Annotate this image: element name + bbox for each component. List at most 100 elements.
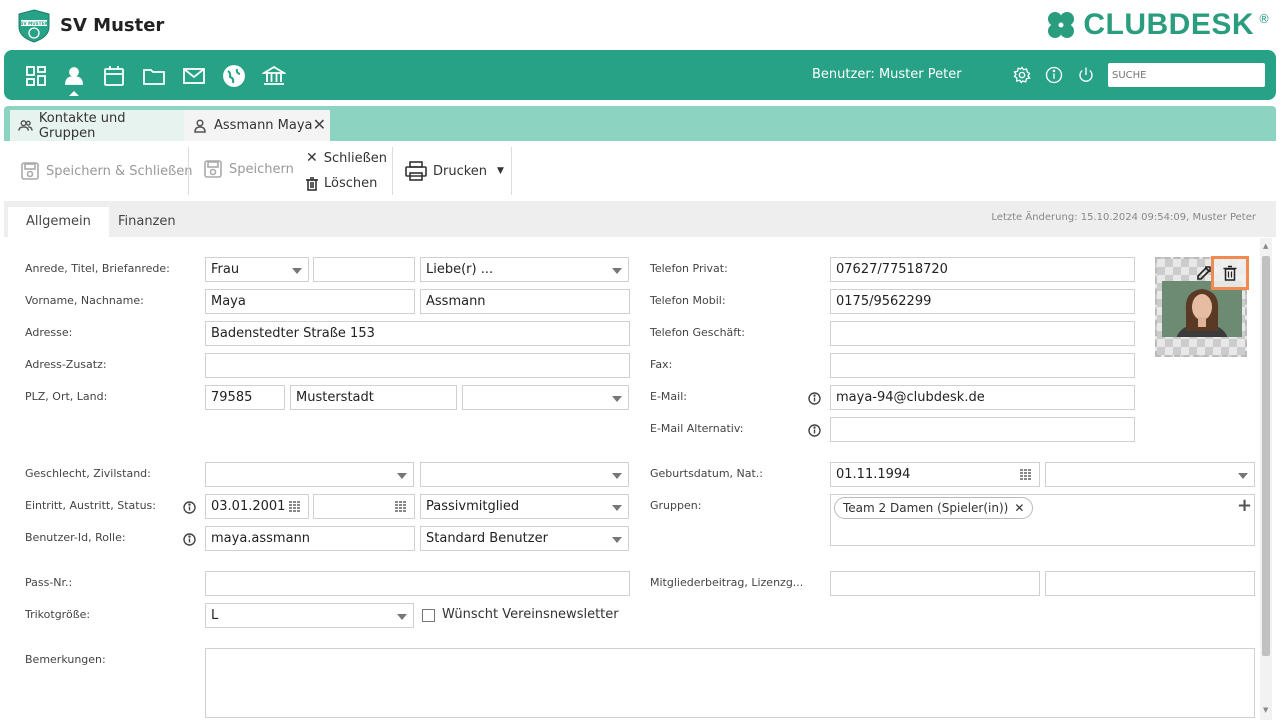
power-icon[interactable]: [1077, 66, 1095, 84]
label-groups: Gruppen:: [650, 499, 702, 512]
save-label: Speichern: [229, 161, 294, 177]
license-field[interactable]: [1045, 571, 1255, 596]
fee-field[interactable]: [830, 571, 1040, 596]
nationality-select[interactable]: [1045, 462, 1255, 487]
club-name: SV Muster: [60, 15, 165, 36]
label-phone-private: Telefon Privat:: [650, 262, 728, 275]
close-button[interactable]: ✕ Schließen: [306, 150, 387, 166]
label-membership: Eintritt, Austritt, Status:: [25, 499, 156, 512]
zip-field[interactable]: 79585: [205, 385, 285, 410]
mail-icon[interactable]: [182, 64, 206, 88]
pass-field[interactable]: [205, 571, 630, 596]
dashboard-icon[interactable]: [24, 64, 48, 88]
entry-date-value: 03.01.2001: [211, 499, 286, 514]
first-name-field[interactable]: Maya: [205, 289, 415, 314]
phone-mobile-field[interactable]: 0175/9562299: [830, 289, 1135, 314]
info-icon[interactable]: [183, 531, 196, 546]
contacts-icon[interactable]: [62, 64, 86, 96]
label-phone-business: Telefon Geschäft:: [650, 326, 745, 339]
gender-select[interactable]: [205, 462, 414, 487]
calendar-picker-icon[interactable]: [395, 501, 409, 513]
info-icon[interactable]: [183, 499, 196, 514]
club-logo: SV MUSTER: [16, 9, 52, 43]
bank-icon[interactable]: [260, 64, 288, 88]
delete-button[interactable]: Löschen: [306, 176, 377, 191]
tab-person[interactable]: Assmann Maya ✕: [184, 110, 330, 141]
label-name: Vorname, Nachname:: [25, 294, 144, 307]
email-alt-field[interactable]: [830, 417, 1135, 442]
remove-chip-icon[interactable]: ✕: [1014, 501, 1024, 515]
role-select[interactable]: Standard Benutzer: [420, 526, 629, 551]
remarks-textarea[interactable]: [205, 648, 1255, 718]
tab-finanzen[interactable]: Finanzen: [100, 207, 194, 237]
label-email: E-Mail:: [650, 390, 687, 403]
info-icon[interactable]: [1045, 66, 1063, 84]
fax-field[interactable]: [830, 353, 1135, 378]
globe-icon[interactable]: [222, 64, 246, 88]
label-phone-mobile: Telefon Mobil:: [650, 294, 726, 307]
printer-icon: [405, 161, 427, 181]
tab-contacts-groups[interactable]: Kontakte und Gruppen: [10, 110, 184, 141]
folder-icon[interactable]: [142, 64, 166, 88]
close-icon: ✕: [306, 150, 318, 166]
brand-text: CLUBDESK: [1083, 8, 1254, 41]
calendar-picker-icon[interactable]: [1020, 469, 1034, 481]
newsletter-checkbox[interactable]: [422, 609, 435, 622]
phone-business-field[interactable]: [830, 321, 1135, 346]
salutation-select[interactable]: Frau: [205, 257, 309, 282]
entry-date-field[interactable]: 03.01.2001: [205, 494, 309, 519]
trash-icon: [1223, 265, 1237, 281]
document-tab-bar: Kontakte und Gruppen Assmann Maya ✕: [4, 106, 1276, 141]
edit-icon[interactable]: [1196, 265, 1212, 281]
add-group-icon[interactable]: +: [1237, 495, 1252, 516]
newsletter-label: Wünscht Vereinsnewsletter: [442, 607, 619, 622]
group-chip-label: Team 2 Damen (Spieler(in)): [843, 501, 1009, 515]
info-icon[interactable]: [808, 422, 821, 437]
save-button[interactable]: Speichern: [203, 159, 294, 179]
close-tab-icon[interactable]: ✕: [313, 115, 326, 134]
title-field[interactable]: [313, 257, 415, 282]
address-field[interactable]: Badenstedter Straße 153: [205, 321, 630, 346]
delete-photo-button[interactable]: [1211, 256, 1249, 290]
info-icon[interactable]: [808, 390, 821, 405]
save-close-button[interactable]: Speichern & Schließen: [20, 161, 193, 181]
birth-date-field[interactable]: 01.11.1994: [830, 462, 1040, 487]
label-remarks: Bemerkungen:: [25, 653, 106, 666]
last-name-field[interactable]: Assmann: [420, 289, 630, 314]
letter-salutation-select[interactable]: Liebe(r) ...: [420, 257, 629, 282]
person-icon: [194, 118, 206, 133]
scroll-down-icon[interactable]: ▼: [1263, 706, 1268, 714]
label-address: Adresse:: [25, 326, 73, 339]
gear-icon[interactable]: [1013, 66, 1031, 84]
address-extra-field[interactable]: [205, 353, 630, 378]
label-fax: Fax:: [650, 358, 673, 371]
jersey-select[interactable]: L: [205, 603, 414, 628]
exit-date-field[interactable]: [313, 494, 415, 519]
clubdesk-brand: CLUBDESK ®: [1043, 6, 1270, 44]
label-user-role: Benutzer-Id, Rolle:: [25, 531, 126, 544]
city-field[interactable]: Musterstadt: [290, 385, 457, 410]
birth-date-value: 01.11.1994: [836, 467, 911, 482]
civil-status-select[interactable]: [420, 462, 629, 487]
app-header: SV MUSTER SV Muster CLUBDESK ®: [0, 0, 1280, 50]
scroll-up-icon[interactable]: ▲: [1263, 242, 1268, 250]
label-fee: Mitgliederbeitrag, Lizenzg...: [650, 576, 804, 589]
calendar-icon[interactable]: [102, 64, 126, 88]
email-field[interactable]: maya-94@clubdesk.de: [830, 385, 1135, 410]
search-input[interactable]: [1108, 63, 1265, 87]
scroll-thumb[interactable]: [1262, 256, 1270, 656]
vertical-scrollbar[interactable]: ▲ ▼: [1260, 238, 1272, 720]
clover-logo-icon: [1048, 12, 1075, 38]
tab-allgemein[interactable]: Allgemein: [8, 207, 109, 237]
main-toolbar: Benutzer: Muster Peter: [4, 50, 1276, 100]
save-icon: [204, 160, 222, 178]
chevron-down-icon: ▼: [497, 166, 504, 176]
calendar-picker-icon[interactable]: [289, 501, 303, 513]
phone-private-field[interactable]: 07627/77518720: [830, 257, 1135, 282]
user-id-field[interactable]: maya.assmann: [205, 526, 415, 551]
delete-label: Löschen: [324, 176, 378, 191]
country-select[interactable]: [462, 385, 629, 410]
group-chip[interactable]: Team 2 Damen (Spieler(in)) ✕: [834, 497, 1034, 519]
status-select[interactable]: Passivmitglied: [420, 494, 629, 519]
print-button[interactable]: Drucken ▼: [405, 161, 504, 181]
